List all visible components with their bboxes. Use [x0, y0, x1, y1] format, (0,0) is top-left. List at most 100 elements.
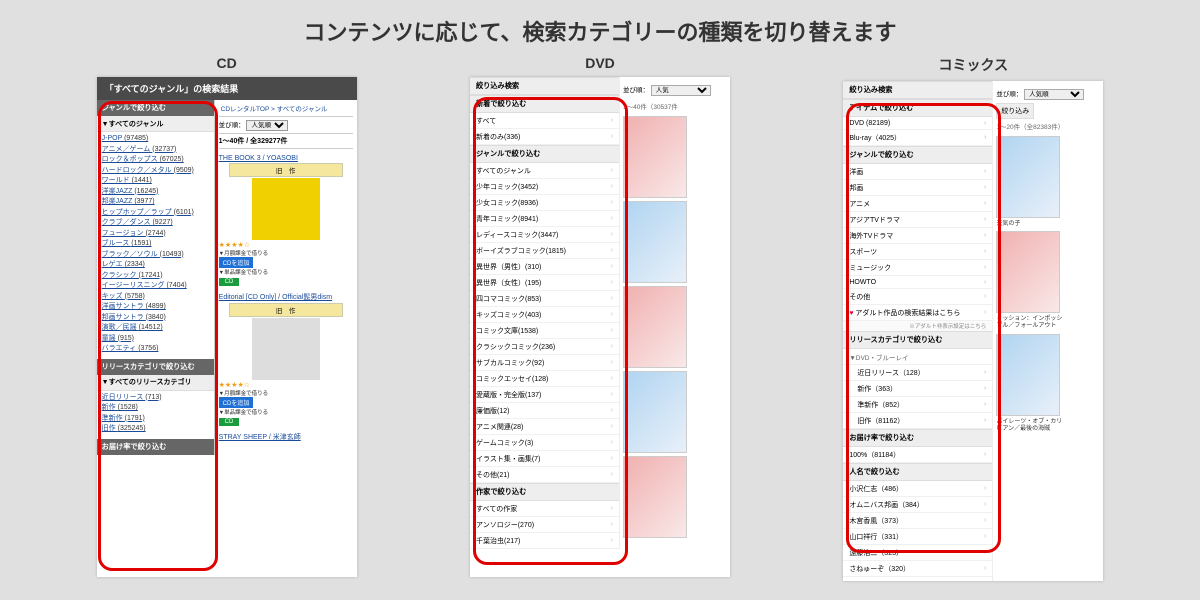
filter-link[interactable]: クラシック (17241)	[102, 271, 209, 282]
filter-row[interactable]: すべての作家›	[470, 501, 619, 517]
filter-row[interactable]: 小沢仁志（486）›	[843, 481, 992, 497]
filter-row[interactable]: コミック文庫(1538)›	[470, 323, 619, 339]
filter-row[interactable]: ゲームコミック(3)›	[470, 435, 619, 451]
filter-row[interactable]: その他›	[843, 289, 992, 305]
filter-link[interactable]: 近日リリース (713)	[102, 393, 209, 404]
filter-row[interactable]: オムニバス邦画（384）›	[843, 497, 992, 513]
filter-link[interactable]: J-POP (97485)	[102, 134, 209, 145]
filter-link[interactable]: ブラック／ソウル (10493)	[102, 250, 209, 261]
filter-row[interactable]: 遠藤浩二（323）›	[843, 545, 992, 561]
filter-row[interactable]: コミックエッセイ(128)›	[470, 371, 619, 387]
product-3[interactable]: STRAY SHEEP / 米津玄師	[219, 432, 353, 442]
filter-row[interactable]: レディースコミック(3447)›	[470, 227, 619, 243]
cd-button[interactable]: CD	[219, 418, 240, 426]
filter-link[interactable]: 洋楽JAZZ (16245)	[102, 187, 209, 198]
filter-link[interactable]: フュージョン (2744)	[102, 229, 209, 240]
filter-link[interactable]: 童謡 (915)	[102, 334, 209, 345]
filter-link[interactable]: イージーリスニング (7404)	[102, 281, 209, 292]
chevron-right-icon: ›	[611, 247, 613, 254]
sort-select[interactable]: 人気順	[246, 120, 288, 131]
filter-link[interactable]: アニメ／ゲーム (32737)	[102, 145, 209, 156]
thumb[interactable]	[623, 456, 687, 538]
filter-row[interactable]: その他(21)›	[470, 467, 619, 483]
filter-row[interactable]: ボーイズラブコミック(1815)›	[470, 243, 619, 259]
filter-row[interactable]: イラスト集・画集(7)›	[470, 451, 619, 467]
filter-row[interactable]: サブカルコミック(92)›	[470, 355, 619, 371]
filter-link[interactable]: ブルース (1591)	[102, 239, 209, 250]
filter-row[interactable]: 少女コミック(8936)›	[470, 195, 619, 211]
filter-link[interactable]: 新作 (1528)	[102, 403, 209, 414]
filter-row[interactable]: 異世界（男性）(310)›	[470, 259, 619, 275]
breadcrumb[interactable]: CDレンタルTOP > すべてのジャンル	[219, 100, 353, 117]
sort-select[interactable]: 人気順	[1024, 89, 1084, 100]
thumb[interactable]	[623, 371, 687, 453]
filter-row[interactable]: クラシックコミック(236)›	[470, 339, 619, 355]
thumb[interactable]	[623, 286, 687, 368]
filter-row[interactable]: キッズコミック(403)›	[470, 307, 619, 323]
filter-link[interactable]: 洋画サントラ (4899)	[102, 302, 209, 313]
cd-button[interactable]: CD	[219, 278, 240, 286]
filter-row[interactable]: 準新作（852）›	[843, 397, 992, 413]
filter-link[interactable]: キッズ (5758)	[102, 292, 209, 303]
thumb[interactable]	[996, 136, 1060, 218]
product-2[interactable]: Editorial [CD Only] / Official髭男dism 旧 作…	[219, 292, 353, 426]
filter-link[interactable]: ロック＆ポップス (67025)	[102, 155, 209, 166]
filter-row[interactable]: DVD (82189)›	[843, 117, 992, 130]
prod-title[interactable]: Editorial [CD Only] / Official髭男dism	[219, 292, 353, 302]
filter-row[interactable]: すべてのジャンル›	[470, 163, 619, 179]
filter-row[interactable]: HOWTO›	[843, 276, 992, 289]
filter-row[interactable]: 新作（363）›	[843, 381, 992, 397]
filter-link[interactable]: 邦画サントラ (3840)	[102, 313, 209, 324]
filter-row[interactable]: スポーツ›	[843, 244, 992, 260]
filter-link[interactable]: 旧作 (325245)	[102, 424, 209, 435]
filter-row[interactable]: 邦画›	[843, 180, 992, 196]
filter-row[interactable]: 青年コミック(8941)›	[470, 211, 619, 227]
adult-row[interactable]: ♥ アダルト作品の検索結果はこちら ›	[843, 305, 992, 321]
thumb[interactable]	[623, 201, 687, 283]
sort-select[interactable]: 人気	[651, 85, 711, 96]
filter-row[interactable]: 小沢和義（307）›	[843, 577, 992, 581]
filter-row[interactable]: アンソロジー(270)›	[470, 517, 619, 533]
filter-row[interactable]: Blu-ray（4025）›	[843, 130, 992, 146]
filter-row[interactable]: 新着のみ(336)›	[470, 129, 619, 145]
thumb[interactable]	[996, 334, 1060, 416]
filter-row[interactable]: 愛蔵版・完全版(137)›	[470, 387, 619, 403]
filter-link[interactable]: バラエティ (3756)	[102, 344, 209, 355]
filter-link[interactable]: ワールド (1441)	[102, 176, 209, 187]
filter-link[interactable]: ハードロック／メタル (9509)	[102, 166, 209, 177]
add-cd-button[interactable]: CDを追加	[219, 257, 254, 268]
filter-row[interactable]: ミュージック›	[843, 260, 992, 276]
filter-row[interactable]: アニメ関連(28)›	[470, 419, 619, 435]
product-1[interactable]: THE BOOK 3 / YOASOBI 旧 作 ★★★★☆ ▼月額課金で借りる…	[219, 155, 353, 286]
filter-link[interactable]: ヒップホップ／ラップ (6101)	[102, 208, 209, 219]
filter-row[interactable]: さねゅーぞ（320）›	[843, 561, 992, 577]
filter-row[interactable]: 山口祥行（331）›	[843, 529, 992, 545]
filter-row[interactable]: 四コマコミック(853)›	[470, 291, 619, 307]
filter-row[interactable]: アニメ›	[843, 196, 992, 212]
filter-row[interactable]: 100%（81184）›	[843, 447, 992, 463]
filter-row[interactable]: 旧作（81162）›	[843, 413, 992, 429]
add-cd-button[interactable]: CDを追加	[219, 397, 254, 408]
prod-title[interactable]: THE BOOK 3 / YOASOBI	[219, 155, 353, 162]
filter-row[interactable]: すべて›	[470, 113, 619, 129]
prod-title[interactable]: STRAY SHEEP / 米津玄師	[219, 432, 353, 442]
filter-row[interactable]: 木宮香風（373）›	[843, 513, 992, 529]
thumb[interactable]	[623, 116, 687, 198]
thumb[interactable]	[996, 231, 1060, 313]
filter-row[interactable]: 近日リリース（128）›	[843, 365, 992, 381]
adult-note[interactable]: ※アダルト非表示設定はこちら	[843, 321, 992, 331]
filter-link[interactable]: 邦楽JAZZ (3977)	[102, 197, 209, 208]
filter-row[interactable]: アジアTVドラマ›	[843, 212, 992, 228]
filter-link[interactable]: レゲエ (2334)	[102, 260, 209, 271]
filter-row[interactable]: 洋画›	[843, 164, 992, 180]
filter-row[interactable]: 少年コミック(3452)›	[470, 179, 619, 195]
filter-row[interactable]: 千葉治虫(217)›	[470, 533, 619, 549]
filter-row[interactable]: 異世界（女性）(195)›	[470, 275, 619, 291]
filter-link[interactable]: 演歌／民謡 (14512)	[102, 323, 209, 334]
filter-link[interactable]: クラブ／ダンス (9227)	[102, 218, 209, 229]
filter-label: 海外TVドラマ	[849, 231, 893, 241]
filter-link[interactable]: 準新作 (1791)	[102, 414, 209, 425]
filter-tab[interactable]: 絞り込み	[996, 103, 1034, 119]
filter-row[interactable]: 廉価版(12)›	[470, 403, 619, 419]
filter-row[interactable]: 海外TVドラマ›	[843, 228, 992, 244]
